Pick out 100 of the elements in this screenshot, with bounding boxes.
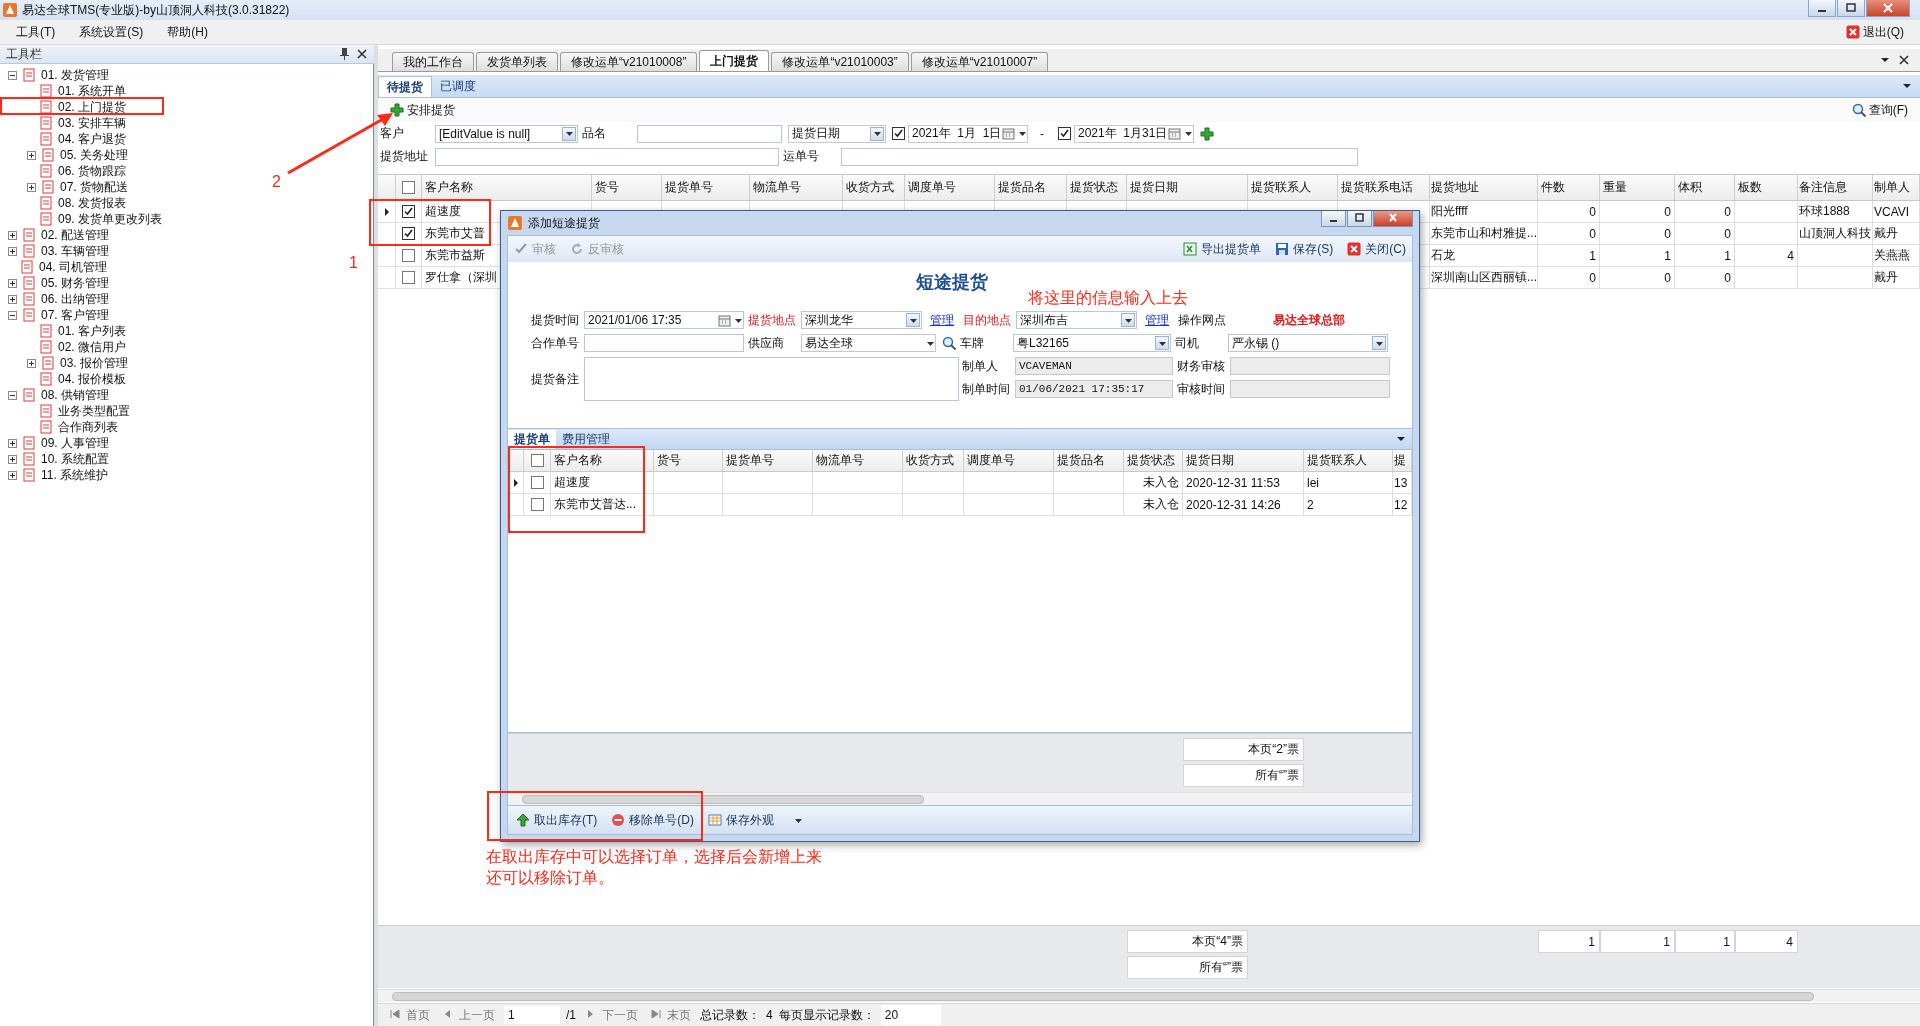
tree-item[interactable]: 01. 客户列表 [56, 322, 126, 340]
expand-icon[interactable] [27, 358, 36, 368]
menu-item[interactable]: 工具(T) [8, 21, 64, 43]
date-type-dropdown[interactable]: 提货日期 [788, 124, 886, 143]
column-header[interactable]: 收货方式 [843, 175, 905, 200]
tree-item[interactable]: 03. 安排车辆 [56, 114, 126, 132]
tree-item[interactable]: 11. 系统维护 [39, 466, 109, 484]
next-page-button[interactable]: 下一页 [582, 1006, 641, 1024]
column-header[interactable]: 备注信息 [1798, 175, 1873, 200]
driver-dropdown[interactable]: 严永锡 () [1228, 334, 1388, 352]
checkbox[interactable] [1058, 127, 1071, 140]
page-number-field[interactable]: 1 [504, 1006, 560, 1024]
manage-link[interactable]: 管理 [1137, 311, 1178, 329]
pickup-place-dropdown[interactable]: 深圳龙华 [801, 311, 922, 329]
waybill-field[interactable] [841, 147, 1358, 166]
column-header[interactable]: 提货地址 [1430, 175, 1538, 200]
previous-page-button[interactable]: 上一页 [439, 1006, 498, 1024]
remarks-field[interactable] [584, 357, 959, 401]
column-header[interactable]: 提 [1393, 450, 1412, 471]
expand-icon[interactable] [8, 294, 17, 304]
add-button[interactable] [1200, 126, 1214, 141]
horizontal-scrollbar[interactable] [507, 792, 1413, 805]
document-tab[interactable]: 修改运单“v21010003” [771, 52, 909, 71]
document-tab[interactable]: 修改运单“v21010007” [910, 52, 1049, 71]
document-tab[interactable]: 发货单列表 [476, 52, 558, 71]
close-icon[interactable] [356, 48, 368, 60]
customer-dropdown[interactable]: [EditValue is null] [435, 124, 578, 143]
maximize-button[interactable] [1837, 0, 1865, 17]
collapse-icon[interactable] [8, 390, 17, 400]
column-header[interactable]: 提货日期 [1127, 175, 1248, 200]
finance-review-field[interactable] [1230, 357, 1390, 375]
column-header[interactable]: 提货联系电话 [1338, 175, 1430, 200]
tree-item[interactable]: 03. 车辆管理 [39, 242, 109, 260]
toolbar-button[interactable]: 导出提货单 [1183, 240, 1262, 258]
menu-item[interactable]: 帮助(H) [159, 21, 216, 43]
partner-number-field[interactable] [584, 334, 744, 352]
first-page-button[interactable]: 首页 [386, 1006, 433, 1024]
page-size-field[interactable]: 20 [880, 1005, 941, 1025]
exit-button[interactable]: 退出(Q) [1841, 21, 1908, 43]
plate-dropdown[interactable]: 粤L32165 [1013, 334, 1171, 352]
column-header[interactable]: 制单人 [1873, 175, 1920, 200]
horizontal-scrollbar[interactable] [378, 989, 1920, 1002]
tree-item[interactable]: 06. 出纳管理 [39, 290, 109, 308]
tree-item[interactable]: 09. 发货单更改列表 [56, 210, 162, 228]
supplier-dropdown[interactable]: 易达全球 [801, 334, 936, 352]
column-header[interactable]: 提货品名 [1054, 450, 1124, 471]
tree-item[interactable]: 04. 客户退货 [56, 130, 126, 148]
expand-icon[interactable] [8, 454, 17, 464]
close-button[interactable] [1373, 211, 1413, 227]
checkbox[interactable] [530, 498, 544, 511]
expand-icon[interactable] [8, 470, 17, 480]
column-header[interactable]: 提货状态 [1124, 450, 1183, 471]
column-header[interactable]: 客户名称 [551, 450, 654, 471]
toolbar-button[interactable]: 保存外观 [708, 811, 774, 829]
date-field[interactable]: 2021年 1月31日 [1074, 124, 1194, 143]
collapse-icon[interactable] [8, 70, 17, 80]
expand-icon[interactable] [8, 438, 17, 448]
column-header[interactable]: 件数 [1538, 175, 1600, 200]
product-name-field[interactable] [637, 124, 782, 143]
tab[interactable]: 费用管理 [556, 430, 616, 449]
tree-item[interactable]: 07. 客户管理 [39, 306, 109, 324]
destination-dropdown[interactable]: 深圳布吉 [1016, 311, 1137, 329]
toolbar-button[interactable]: 取出库存(T) [516, 811, 598, 829]
date-time-field[interactable]: 2021/01/06 17:35 [584, 311, 744, 329]
tree-item[interactable]: 08. 供销管理 [39, 386, 109, 404]
expand-icon[interactable] [8, 278, 17, 288]
pin-icon[interactable] [338, 47, 350, 61]
column-header[interactable]: 提货单号 [723, 450, 813, 471]
checkbox[interactable] [402, 205, 415, 218]
expand-icon[interactable] [8, 230, 17, 240]
dropdown-arrow-icon[interactable] [1880, 55, 1890, 65]
document-tab[interactable]: 上门提货 [699, 50, 770, 71]
dropdown-arrow-icon[interactable] [1396, 434, 1406, 444]
checkbox[interactable] [402, 271, 415, 284]
dropdown-arrow-icon[interactable] [1902, 81, 1912, 91]
column-header[interactable]: 提货联系人 [1304, 450, 1393, 471]
tree-item[interactable]: 09. 人事管理 [39, 434, 109, 452]
column-header[interactable]: 物流单号 [750, 175, 843, 200]
close-icon[interactable] [1898, 54, 1910, 66]
tab[interactable]: 已调度 [432, 76, 484, 97]
tree-item[interactable]: 02. 上门提货 [56, 98, 126, 116]
tree-item[interactable]: 03. 报价管理 [58, 354, 128, 372]
tree-item[interactable]: 01. 发货管理 [39, 66, 109, 84]
toolbar-button[interactable]: 保存(S) [1275, 240, 1334, 258]
column-header[interactable]: 物流单号 [813, 450, 903, 471]
toolbar-button[interactable]: 关闭(C) [1347, 240, 1406, 258]
column-header[interactable]: 提货状态 [1067, 175, 1127, 200]
column-header[interactable]: 调度单号 [964, 450, 1054, 471]
last-page-button[interactable]: 末页 [647, 1006, 694, 1024]
checkbox[interactable] [402, 249, 415, 262]
tree-item[interactable]: 业务类型配置 [56, 402, 130, 420]
column-header[interactable]: 体积 [1675, 175, 1735, 200]
tab[interactable]: 待提货 [378, 76, 432, 97]
expand-icon[interactable] [27, 182, 36, 192]
column-header[interactable]: 板数 [1735, 175, 1798, 200]
tree-item[interactable]: 04. 司机管理 [37, 258, 107, 276]
column-header[interactable]: 提货品名 [995, 175, 1067, 200]
date-field[interactable]: 2021年 1月 1日 [908, 124, 1028, 143]
document-tab[interactable]: 我的工作台 [392, 52, 474, 71]
menu-item[interactable]: 系统设置(S) [71, 21, 152, 43]
